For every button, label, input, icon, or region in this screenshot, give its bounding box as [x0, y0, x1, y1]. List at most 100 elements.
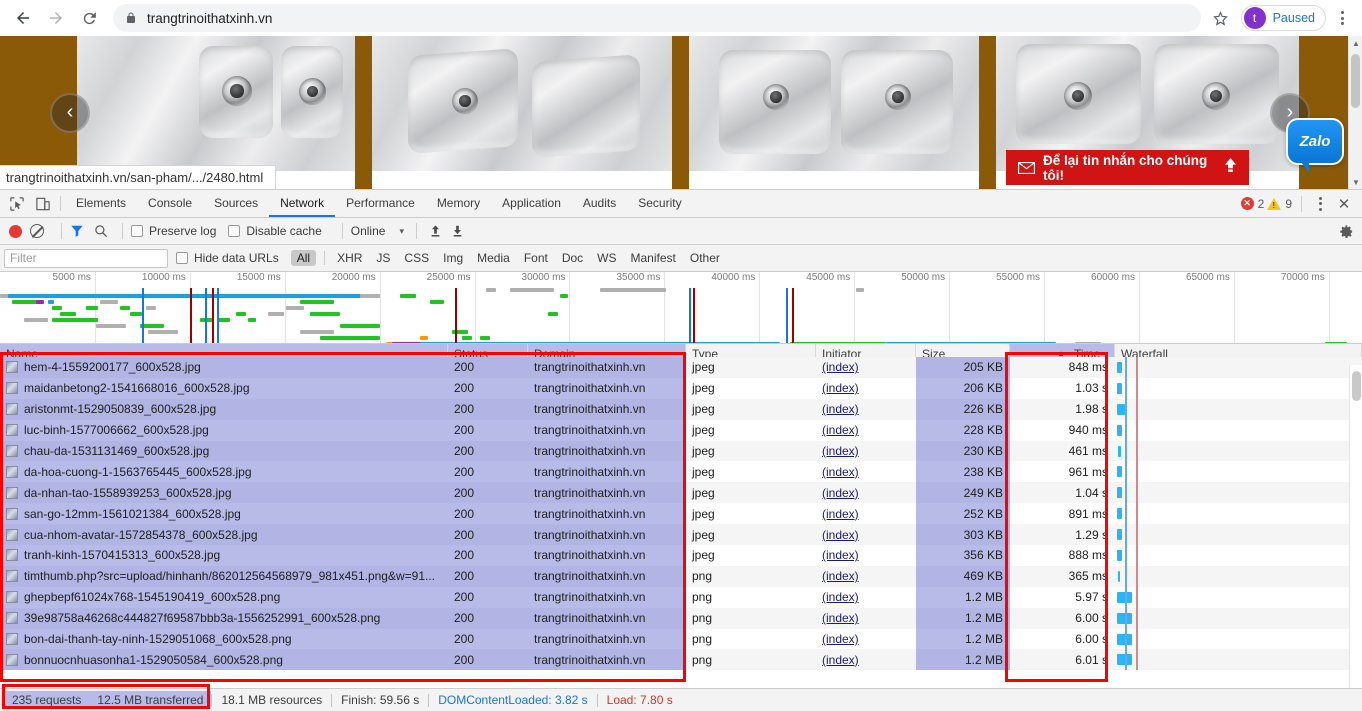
network-settings-button[interactable] — [1339, 224, 1354, 239]
type-filter-all[interactable]: All — [290, 250, 317, 266]
tab-memory[interactable]: Memory — [426, 190, 491, 217]
gallery-slide[interactable] — [372, 36, 672, 189]
initiator-link[interactable]: (index) — [822, 653, 859, 667]
initiator-link[interactable]: (index) — [822, 569, 859, 583]
cell-initiator[interactable]: (index) — [816, 503, 916, 524]
initiator-link[interactable]: (index) — [822, 632, 859, 646]
type-filter-css[interactable]: CSS — [398, 250, 435, 266]
initiator-link[interactable]: (index) — [822, 590, 859, 604]
profile-paused-pill[interactable]: t Paused — [1240, 5, 1326, 31]
table-row[interactable]: maidanbetong2-1541668016_600x528.jpg 200 t… — [0, 377, 1362, 399]
table-row[interactable]: da-nhan-tao-1558939253_600x528.jpg 200 tra… — [0, 482, 1362, 504]
zalo-chat-widget[interactable]: Zalo — [1286, 118, 1344, 174]
scroll-up-arrow[interactable]: ▲ — [1349, 36, 1362, 50]
initiator-link[interactable]: (index) — [822, 611, 859, 625]
tab-audits[interactable]: Audits — [572, 190, 627, 217]
table-row[interactable]: aristonmt-1529050839_600x528.jpg 200 trang… — [0, 398, 1362, 420]
tab-elements[interactable]: Elements — [65, 190, 137, 217]
tab-security[interactable]: Security — [627, 190, 692, 217]
tab-network[interactable]: Network — [269, 190, 336, 217]
scroll-down-arrow[interactable]: ▼ — [1349, 175, 1362, 189]
table-row[interactable]: da-hoa-cuong-1-1563765445_600x528.jpg 200… — [0, 461, 1362, 483]
table-row[interactable]: 39e98758a46268c444827f69587bbb3a-1556252… — [0, 607, 1362, 629]
initiator-link[interactable]: (index) — [822, 381, 859, 395]
import-har-button[interactable] — [425, 224, 447, 238]
cell-name[interactable]: luc-binh-1577006662_600x528.jpg — [0, 419, 448, 441]
leave-message-banner[interactable]: Để lại tin nhắn cho chúng tôi! — [1006, 150, 1249, 185]
cell-initiator[interactable]: (index) — [816, 378, 916, 399]
table-scrollbar-thumb[interactable] — [1352, 371, 1361, 401]
page-scrollbar[interactable]: ▲ ▼ — [1348, 36, 1362, 189]
cell-name[interactable]: san-go-12mm-1561021384_600x528.jpg — [0, 503, 448, 525]
type-filter-img[interactable]: Img — [437, 250, 469, 266]
cell-initiator[interactable]: (index) — [816, 629, 916, 650]
cell-name[interactable]: bonnuocnhuasonha1-1529050584_600x528.png — [0, 649, 448, 671]
export-har-button[interactable] — [447, 224, 469, 238]
cell-name[interactable]: maidanbetong2-1541668016_600x528.jpg — [0, 377, 448, 399]
table-row[interactable]: luc-binh-1577006662_600x528.jpg 200 trangt… — [0, 419, 1362, 441]
initiator-link[interactable]: (index) — [822, 465, 859, 479]
table-row[interactable]: bon-dai-thanh-tay-ninh-1529051068_600x52… — [0, 628, 1362, 650]
network-overview-timeline[interactable]: 5000 ms 10000 ms 15000 ms 20000 ms 25000 ms 3… — [0, 272, 1362, 344]
table-row[interactable]: tranh-kinh-1570415313_600x528.jpg 200 tran… — [0, 545, 1362, 566]
cell-name[interactable]: bon-dai-thanh-tay-ninh-1529051068_600x52… — [0, 628, 448, 650]
clear-button[interactable] — [30, 224, 44, 238]
cell-name[interactable]: aristonmt-1529050839_600x528.jpg — [0, 398, 448, 420]
cell-initiator[interactable]: (index) — [816, 420, 916, 441]
table-row[interactable]: ghepbepf61024x768-1545190419_600x528.png… — [0, 586, 1362, 608]
initiator-link[interactable]: (index) — [822, 444, 859, 458]
browser-menu-button[interactable] — [1330, 4, 1354, 32]
initiator-link[interactable]: (index) — [822, 486, 859, 500]
inspect-element-button[interactable] — [4, 190, 30, 217]
cell-initiator[interactable]: (index) — [816, 566, 916, 587]
back-button[interactable] — [8, 3, 38, 33]
disable-cache-checkbox[interactable]: Disable cache — [228, 224, 322, 238]
page-scrollbar-thumb[interactable] — [1351, 54, 1360, 108]
throttling-dropdown[interactable]: Online ▾ — [351, 224, 404, 238]
table-row[interactable]: bonnuocnhuasonha1-1529050584_600x528.png… — [0, 649, 1362, 671]
type-filter-manifest[interactable]: Manifest — [625, 250, 682, 266]
initiator-link[interactable]: (index) — [822, 360, 859, 374]
preserve-log-checkbox[interactable]: Preserve log — [131, 224, 216, 238]
table-scrollbar[interactable] — [1349, 365, 1362, 688]
cell-name[interactable]: hem-4-1559200177_600x528.jpg — [0, 357, 448, 378]
type-filter-other[interactable]: Other — [684, 250, 726, 266]
cell-initiator[interactable]: (index) — [816, 524, 916, 545]
initiator-link[interactable]: (index) — [822, 507, 859, 521]
address-bar[interactable]: trangtrinoithatxinh.vn — [113, 4, 1201, 32]
table-row[interactable]: cua-nhom-avatar-1572854378_600x528.jpg 20… — [0, 524, 1362, 546]
cell-initiator[interactable]: (index) — [816, 399, 916, 420]
cell-name[interactable]: ghepbepf61024x768-1545190419_600x528.png — [0, 586, 448, 608]
hide-data-urls-checkbox[interactable]: Hide data URLs — [176, 251, 279, 265]
gallery-prev-button[interactable]: ‹ — [50, 92, 90, 133]
cell-initiator[interactable]: (index) — [816, 357, 916, 378]
table-row[interactable]: chau-da-1531131469_600x528.jpg 200 trangtr… — [0, 440, 1362, 462]
type-filter-doc[interactable]: Doc — [556, 250, 589, 266]
table-row[interactable]: san-go-12mm-1561021384_600x528.jpg 200 tra… — [0, 503, 1362, 525]
cell-name[interactable]: tranh-kinh-1570415313_600x528.jpg — [0, 545, 448, 566]
devtools-more-button[interactable] — [1308, 190, 1332, 218]
initiator-link[interactable]: (index) — [822, 423, 859, 437]
filter-toggle-button[interactable] — [70, 224, 84, 238]
initiator-link[interactable]: (index) — [822, 548, 859, 562]
table-row[interactable]: hem-4-1559200177_600x528.jpg 200 trangtrin… — [0, 357, 1362, 378]
initiator-link[interactable]: (index) — [822, 528, 859, 542]
cell-name[interactable]: chau-da-1531131469_600x528.jpg — [0, 440, 448, 462]
record-button[interactable] — [9, 224, 22, 238]
tab-console[interactable]: Console — [137, 190, 203, 217]
cell-name[interactable]: timthumb.php?src=upload/hinhanh/86201256… — [0, 565, 448, 587]
bookmark-button[interactable] — [1207, 4, 1235, 32]
filter-input[interactable] — [4, 248, 168, 268]
cell-initiator[interactable]: (index) — [816, 608, 916, 629]
cell-initiator[interactable]: (index) — [816, 545, 916, 566]
tab-performance[interactable]: Performance — [335, 190, 426, 217]
type-filter-ws[interactable]: WS — [591, 250, 622, 266]
cell-initiator[interactable]: (index) — [816, 649, 916, 670]
type-filter-xhr[interactable]: XHR — [331, 250, 368, 266]
tab-application[interactable]: Application — [491, 190, 572, 217]
error-count-badge[interactable]: ✕ 2 — [1240, 197, 1264, 211]
cell-initiator[interactable]: (index) — [816, 441, 916, 462]
type-filter-js[interactable]: JS — [370, 250, 396, 266]
gallery-slide[interactable] — [689, 36, 979, 189]
cell-name[interactable]: cua-nhom-avatar-1572854378_600x528.jpg — [0, 524, 448, 546]
